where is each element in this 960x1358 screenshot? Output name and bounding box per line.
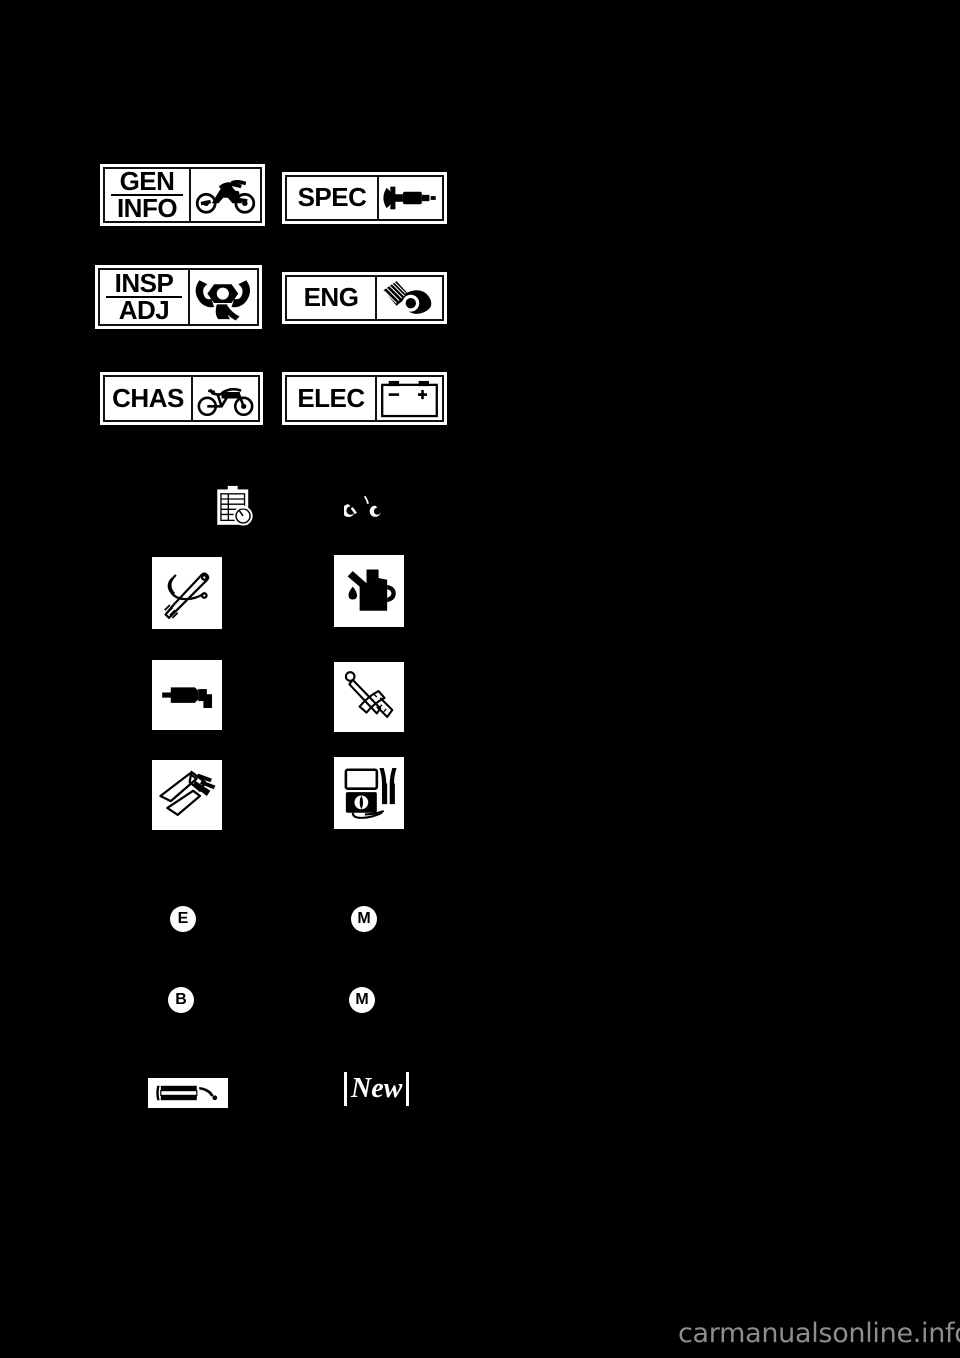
oil-can-icon [339,560,399,622]
section-tab-gen-info[interactable]: GEN INFO [98,162,267,228]
lubricant-mark-engine-oil: E [170,906,196,932]
symbol-filling-fluid [152,557,222,629]
multimeter-icon [339,762,399,824]
piston-conrod-icon [377,277,442,319]
symbol-periodic-maintenance [207,482,261,530]
symbol-special-tool [340,490,398,526]
section-tab-inner: INSP ADJ [98,268,259,326]
bearing-grease-icon [151,1081,225,1105]
section-tab-inner: GEN INFO [103,167,262,223]
section-tab-inner: SPEC [285,175,444,221]
section-tab-label-insp-adj: INSP ADJ [100,267,188,324]
section-tab-elec[interactable]: ELEC [280,370,449,427]
section-tab-inner: ELEC [285,375,444,422]
filling-tool-icon [157,562,217,624]
section-tab-label-gen-info: GEN INFO [105,165,189,221]
battery-icon [377,377,442,420]
symbol-engine-oil-can [334,555,404,627]
section-tab-insp-adj[interactable]: INSP ADJ [93,263,264,331]
lubricant-mark-letter: M [355,991,369,1008]
street-motorcycle-icon [193,377,258,420]
section-tab-label-line2: INFO [111,194,183,221]
new-part-mark: New [340,1072,413,1106]
manual-symbols-page: GEN INFO SPEC INSP ADJ ENG CHAS ELEC E M… [0,0,960,1358]
section-tab-label-line1: SPEC [297,182,367,213]
symbol-tightening-torque [334,662,404,732]
lubricant-mark-brake-fluid: B [168,987,194,1013]
torque-wrench-icon [339,667,399,727]
special-tool-icon [344,493,394,524]
symbol-grease [152,660,222,730]
dirt-motorcycle-icon [191,169,260,221]
grease-gun-icon [157,665,217,725]
section-tab-label-spec: SPEC [287,177,377,219]
micrometer-icon [379,177,442,219]
symbol-electrical-data [334,757,404,829]
section-tab-label-chas: CHAS [105,377,191,420]
section-tab-label-line1: CHAS [112,382,184,413]
new-mark-bar-left [344,1072,347,1106]
section-tab-inner: ENG [285,275,444,321]
wrench-nut-icon [190,270,257,324]
section-tab-label-line1: ELEC [297,382,365,413]
section-tab-eng[interactable]: ENG [280,270,449,326]
lubricant-mark-letter: M [357,910,371,927]
section-tab-label-line1: ENG [303,282,359,313]
new-mark-bar-right [406,1072,410,1106]
lubricant-mark-molybdenum-grease: M [349,987,375,1013]
lubricant-mark-letter: B [175,991,187,1008]
section-tab-label-elec: ELEC [287,377,375,420]
new-mark-label: New [351,1073,403,1104]
section-tab-chas[interactable]: CHAS [98,370,265,427]
vernier-caliper-icon [157,765,217,825]
section-tab-label-eng: ENG [287,277,375,319]
section-tab-label-line1: GEN [119,165,175,196]
lubricant-mark-molybdenum-oil: M [351,906,377,932]
site-watermark: carmanualsonline.info [678,1318,960,1349]
clipboard-stopwatch-icon [211,485,257,526]
lubricant-mark-letter: E [177,910,189,927]
section-tab-label-line1: INSP [114,267,174,298]
section-tab-inner: CHAS [103,375,260,422]
symbol-wheel-bearing-grease [148,1078,228,1108]
section-tab-spec[interactable]: SPEC [280,170,449,226]
symbol-wear-limit-clearance [152,760,222,830]
section-tab-label-line2: ADJ [106,296,182,323]
